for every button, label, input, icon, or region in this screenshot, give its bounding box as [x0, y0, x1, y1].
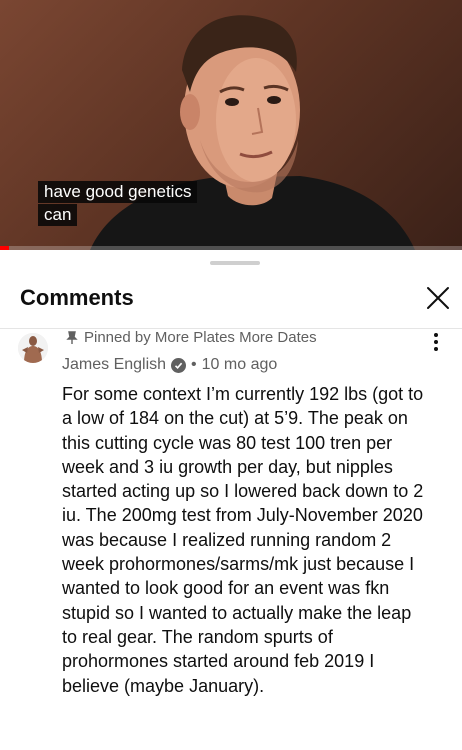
comment-line: iu. The 200mg test from July-November 20…	[62, 505, 423, 526]
meta-separator: •	[191, 356, 197, 373]
comment-line: was because I realized running random 2	[62, 529, 392, 550]
comment-meta: James English • 10 mo ago	[62, 356, 277, 374]
comment-author[interactable]: James English	[62, 356, 166, 374]
caption-line-1: have good genetics	[38, 181, 198, 203]
verified-check-icon	[171, 357, 187, 373]
video-progress-fill	[0, 246, 10, 250]
comments-title: Comments	[20, 285, 134, 310]
comment-time: 10 mo ago	[201, 356, 278, 373]
comment-line: prohormones started around feb 2019 I	[62, 651, 375, 672]
pin-icon	[66, 330, 78, 344]
comment-line: a low of 184 on the cut) at 5’9. The pea…	[62, 408, 408, 429]
comment-body: For some context I’m currently 192 lbs (…	[62, 382, 444, 698]
comment-line: week prohormones/sarms/mk just because I	[62, 554, 415, 575]
comment-line: started acting up so I lowered back down…	[62, 481, 424, 502]
pinned-label: Pinned by More Plates More Dates	[66, 329, 317, 346]
comment-line: to real gear. The random spurts of	[62, 626, 333, 647]
comment-line: wanted to look good for an event was fkn	[62, 578, 390, 599]
video-player[interactable]: have good genetics can	[0, 0, 462, 250]
comment-line: this cutting cycle was 80 test 100 tren …	[62, 432, 393, 453]
comment-line: For some context I’m currently 192 lbs (…	[62, 384, 424, 404]
close-icon[interactable]	[424, 284, 452, 312]
drag-handle[interactable]	[210, 261, 260, 265]
comment-line: believe (maybe January).	[62, 675, 265, 696]
more-vert-icon[interactable]	[426, 330, 446, 354]
pinned-label-text: Pinned by More Plates More Dates	[84, 329, 317, 346]
comment-line: week and 3 iu growth per day, but nipple…	[62, 456, 393, 477]
comment-line: stupid so I wanted to actually make the …	[62, 602, 412, 623]
avatar[interactable]	[18, 333, 48, 363]
caption-line-2: can	[38, 204, 78, 226]
comments-panel: Comments Pinned by More Plates More Date…	[0, 250, 462, 750]
